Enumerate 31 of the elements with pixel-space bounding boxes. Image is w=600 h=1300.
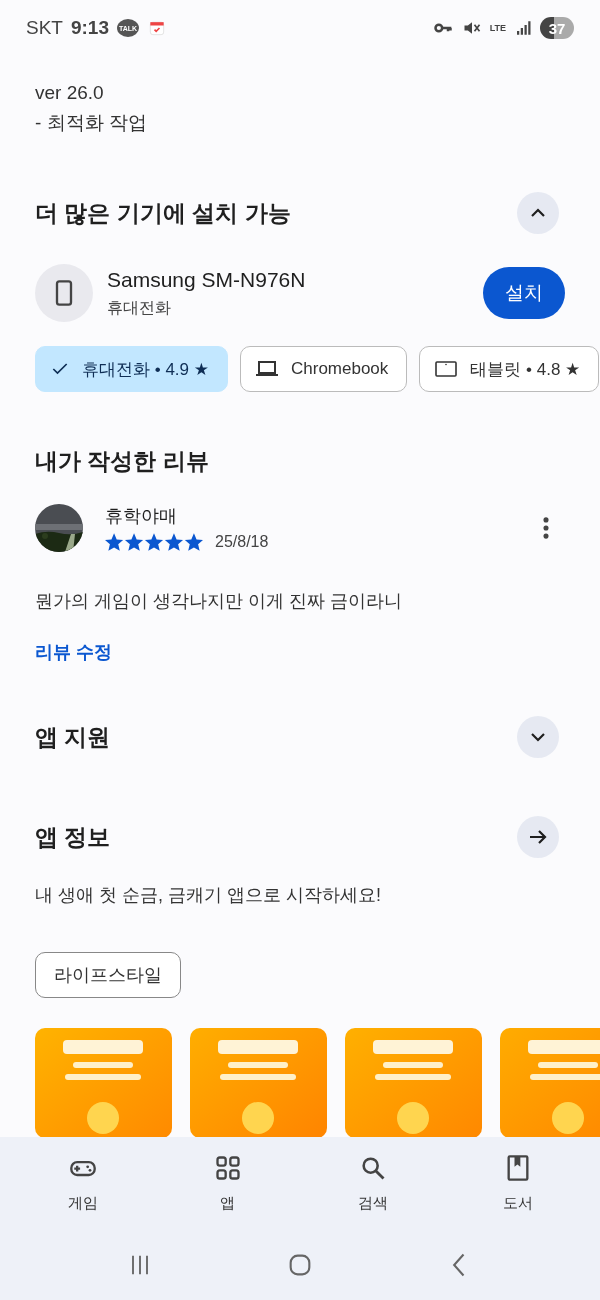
carrier-text: SKT [26, 17, 63, 39]
reviewer-name: 휴학야매 [105, 505, 178, 528]
section-title: 내가 작성한 리뷰 [35, 446, 209, 476]
release-note-text: - 최적화 작업 [35, 111, 148, 135]
section-title: 앱 정보 [35, 822, 111, 852]
section-title: 더 많은 기기에 설치 가능 [35, 198, 291, 228]
release-note-text: ver 26.0 [35, 81, 105, 105]
review-date: 25/8/18 [215, 533, 269, 551]
nav-tab[interactable]: 게임 [10, 1137, 155, 1230]
device-filter-chip[interactable]: 태블릿 • 4.8 ★ [419, 346, 600, 392]
review-text: 뭔가의 게임이 생각나지만 이게 진짜 금이라니 [35, 590, 403, 613]
device-name: Samsung SM-N976N [107, 267, 307, 292]
open-button[interactable] [517, 816, 559, 858]
grid-icon [213, 1154, 242, 1182]
collapse-button[interactable] [517, 192, 559, 234]
section-title: 앱 지원 [35, 722, 111, 752]
device-type: 휴대전화 [107, 297, 172, 318]
app-description: 내 생애 첫 순금, 금캐기 앱으로 시작하세요! [35, 884, 382, 907]
expand-button[interactable] [517, 716, 559, 758]
device-filter-chip[interactable]: Chromebook [240, 346, 408, 392]
network-text: LTE [489, 23, 506, 33]
install-button[interactable]: 설치 [483, 267, 565, 319]
device-filter-chip[interactable]: 휴대전화 • 4.9 ★ [35, 346, 228, 392]
more-icon [543, 517, 549, 539]
nav-tab[interactable]: 검색 [300, 1137, 445, 1230]
category-chip[interactable]: 라이프스타일 [35, 952, 181, 998]
nav-tab[interactable]: 앱 [155, 1137, 300, 1230]
nav-tab[interactable]: 도서 [445, 1137, 590, 1230]
edit-review-link[interactable]: 리뷰 수정 [35, 640, 112, 664]
clock-text: 9:13 [70, 17, 109, 39]
signal-icon [514, 18, 532, 38]
